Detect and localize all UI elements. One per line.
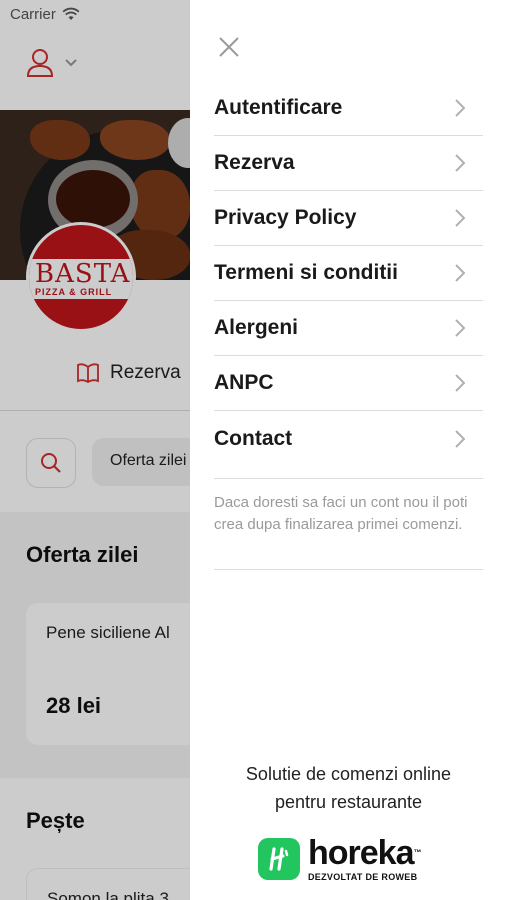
horeka-logo-icon: [258, 838, 300, 880]
menu-item-contact[interactable]: Contact: [214, 411, 483, 466]
menu-item-label: ANPC: [214, 371, 274, 394]
menu-item-label: Alergeni: [214, 316, 299, 339]
chevron-right-icon: [455, 429, 465, 448]
brand-trademark: ™: [413, 848, 422, 857]
menu-item-alergeni[interactable]: Alergeni: [214, 301, 483, 356]
footer-line: Solutie de comenzi online: [245, 764, 452, 784]
account-note: Daca doresti sa faci un cont nou il poti…: [214, 478, 483, 536]
menu-item-autentificare[interactable]: Autentificare: [214, 81, 483, 136]
menu-item-anpc[interactable]: ANPC: [214, 356, 483, 411]
chevron-right-icon: [455, 374, 465, 392]
chevron-right-icon: [455, 99, 465, 117]
brand-name: horeka: [308, 834, 414, 872]
menu-item-label: Termeni si conditii: [214, 261, 398, 284]
menu-item-label: Contact: [214, 426, 293, 450]
menu-item-rezerva[interactable]: Rezerva: [214, 136, 483, 191]
drawer-menu: Autentificare Rezerva Privacy Policy Ter…: [214, 81, 483, 466]
chevron-right-icon: [455, 319, 465, 337]
menu-item-label: Privacy Policy: [214, 206, 357, 229]
close-icon: [219, 37, 239, 57]
side-drawer: Autentificare Rezerva Privacy Policy Ter…: [190, 0, 507, 900]
menu-item-termeni[interactable]: Termeni si conditii: [214, 246, 483, 301]
chevron-right-icon: [455, 209, 465, 227]
drawer-backdrop[interactable]: [0, 0, 190, 900]
footer-tagline: Solutie de comenzi online pentru restaur…: [190, 760, 507, 816]
menu-item-privacy-policy[interactable]: Privacy Policy: [214, 191, 483, 246]
divider: [214, 569, 483, 570]
brand-subtitle: DEZVOLTAT DE ROWEB: [308, 872, 418, 882]
chevron-right-icon: [455, 264, 465, 282]
menu-item-label: Rezerva: [214, 151, 295, 174]
menu-item-label: Autentificare: [214, 96, 343, 119]
chevron-right-icon: [455, 154, 465, 172]
close-button[interactable]: [214, 32, 244, 62]
footer-line: pentru restaurante: [274, 792, 423, 812]
horeka-brand[interactable]: horeka™ DEZVOLTAT DE ROWEB: [258, 834, 422, 882]
